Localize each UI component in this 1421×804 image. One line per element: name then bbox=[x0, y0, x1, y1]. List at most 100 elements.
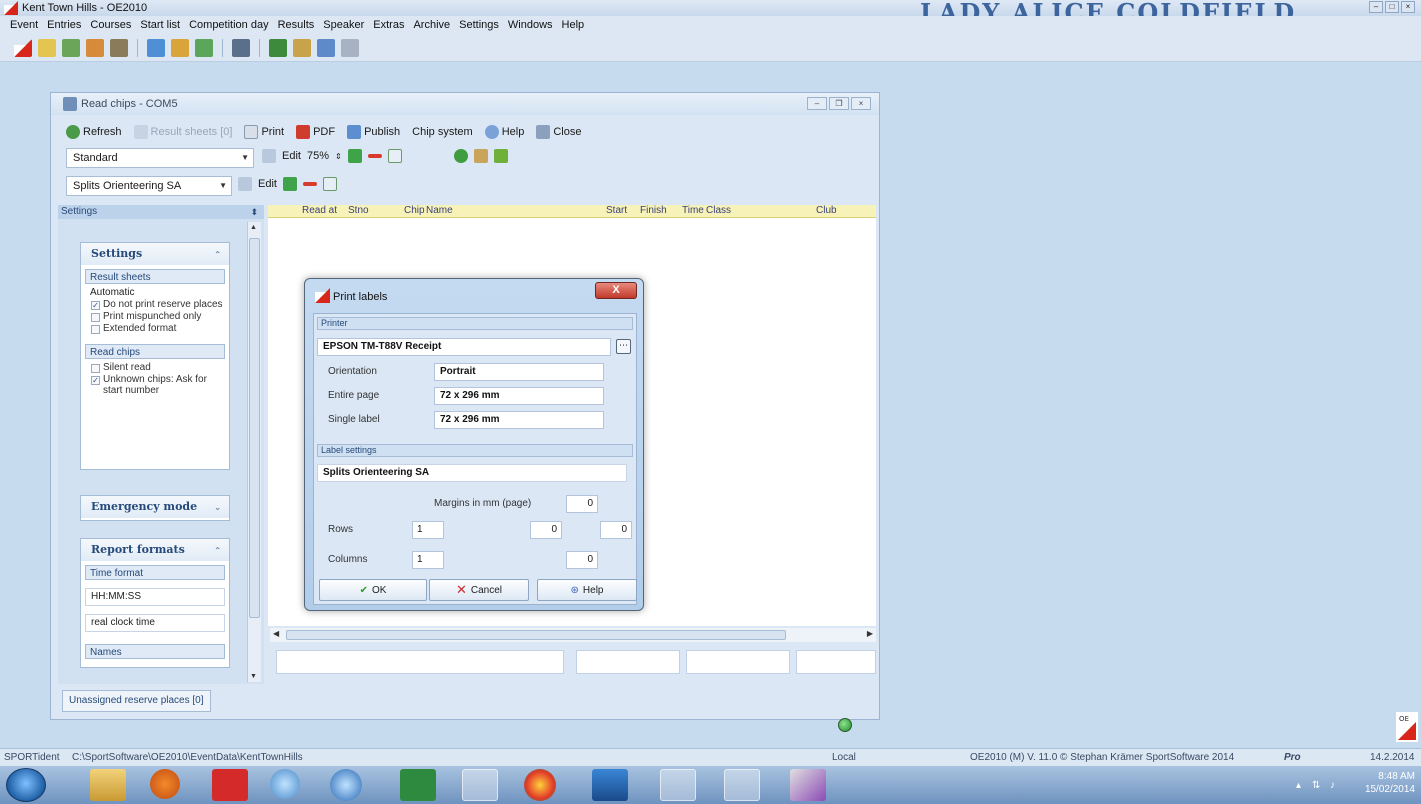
add-icon[interactable] bbox=[347, 149, 362, 163]
refresh-button[interactable]: Refresh bbox=[66, 125, 122, 139]
margin-left-input[interactable]: 0 bbox=[530, 521, 562, 539]
margin-right-input[interactable]: 0 bbox=[600, 521, 632, 539]
read-chips-minimize-button[interactable]: – bbox=[807, 97, 827, 110]
menu-help[interactable]: Help bbox=[562, 19, 585, 31]
do-not-print-reserve-checkbox[interactable]: ✓ Do not print reserve places bbox=[85, 299, 225, 310]
courses-icon[interactable] bbox=[62, 38, 80, 57]
add-icon[interactable] bbox=[282, 177, 297, 191]
os2010-taskbar-icon[interactable] bbox=[724, 769, 760, 801]
cancel-button[interactable]: ✕ Cancel bbox=[429, 579, 529, 601]
edit-splits-button[interactable]: Edit bbox=[258, 178, 277, 190]
start-reading-icon[interactable] bbox=[453, 149, 468, 163]
entries-icon[interactable] bbox=[38, 38, 56, 57]
col-class[interactable]: Class bbox=[706, 205, 731, 216]
splits-combo[interactable]: Splits Orienteering SA ▼ bbox=[66, 176, 232, 196]
remove-icon[interactable] bbox=[367, 154, 382, 158]
scroll-thumb[interactable] bbox=[249, 238, 260, 618]
col-start[interactable]: Start bbox=[606, 205, 627, 216]
layout-combo[interactable]: Standard ▼ bbox=[66, 148, 254, 168]
real-clock-option[interactable]: real clock time bbox=[85, 614, 225, 632]
start-button[interactable] bbox=[6, 768, 46, 802]
zoom-value[interactable]: 75% bbox=[307, 150, 329, 162]
menu-extras[interactable]: Extras bbox=[373, 19, 404, 31]
dialog-close-button[interactable]: X bbox=[595, 282, 637, 299]
properties-icon[interactable] bbox=[322, 177, 337, 191]
start-list-icon[interactable] bbox=[147, 38, 165, 57]
tray-arrow-icon[interactable]: ▴ bbox=[1296, 780, 1301, 791]
read-chips-close-button[interactable]: × bbox=[851, 97, 871, 110]
columns-input[interactable]: 1 bbox=[412, 551, 444, 569]
printer-name-field[interactable]: EPSON TM-T88V Receipt bbox=[317, 338, 611, 356]
col-club[interactable]: Club bbox=[816, 205, 837, 216]
settings-group-header[interactable]: Settings ⌃ bbox=[81, 243, 229, 265]
pin-icon[interactable]: ⬍ bbox=[250, 205, 258, 219]
margin-top-input[interactable]: 0 bbox=[566, 495, 598, 513]
read-chips-restore-button[interactable]: ❐ bbox=[829, 97, 849, 110]
automatic-option[interactable]: Automatic bbox=[85, 287, 225, 298]
print-mispunched-checkbox[interactable]: Print mispunched only bbox=[85, 311, 225, 322]
read-chips-icon[interactable] bbox=[232, 38, 250, 57]
menu-settings[interactable]: Settings bbox=[459, 19, 499, 31]
scroll-left-icon[interactable]: ◀ bbox=[273, 629, 279, 638]
menu-entries[interactable]: Entries bbox=[47, 19, 81, 31]
tray-clock[interactable]: 8:48 AM 15/02/2014 bbox=[1365, 770, 1415, 796]
close-button[interactable]: × bbox=[1401, 1, 1415, 13]
sound-icon[interactable] bbox=[473, 149, 488, 163]
col-stno[interactable]: Stno bbox=[348, 205, 369, 216]
remove-icon[interactable] bbox=[302, 182, 317, 186]
media-player-icon[interactable] bbox=[150, 769, 180, 799]
menu-event[interactable]: Event bbox=[10, 19, 38, 31]
menu-windows[interactable]: Windows bbox=[508, 19, 553, 31]
pdf-button[interactable]: PDF bbox=[296, 125, 335, 139]
oe-logo-icon[interactable] bbox=[14, 38, 32, 57]
ocad-icon[interactable] bbox=[790, 769, 826, 801]
col-time[interactable]: Time bbox=[682, 205, 704, 216]
rows-input[interactable]: 1 bbox=[412, 521, 444, 539]
edit-splits-icon[interactable] bbox=[238, 177, 252, 191]
unknown-chips-checkbox[interactable]: ✓ Unknown chips: Ask for start number bbox=[85, 374, 225, 396]
label-name-field[interactable]: Splits Orienteering SA bbox=[317, 464, 627, 482]
clubs-icon[interactable] bbox=[110, 38, 128, 57]
col-finish[interactable]: Finish bbox=[640, 205, 667, 216]
silent-read-checkbox[interactable]: Silent read bbox=[85, 362, 225, 373]
result-sheets-button[interactable]: Result sheets [0] bbox=[133, 125, 232, 139]
col-read-at[interactable]: Read at bbox=[302, 205, 337, 216]
excel-icon[interactable] bbox=[400, 769, 436, 801]
team-icon[interactable] bbox=[86, 38, 104, 57]
edit-layout-icon[interactable] bbox=[262, 149, 276, 163]
col-chip[interactable]: Chip bbox=[404, 205, 425, 216]
results-icon[interactable] bbox=[269, 38, 287, 57]
menu-courses[interactable]: Courses bbox=[90, 19, 131, 31]
menu-results[interactable]: Results bbox=[278, 19, 315, 31]
emergency-mode-header[interactable]: Emergency mode ⌄ bbox=[81, 496, 229, 518]
network-icon[interactable]: ⇅ bbox=[1312, 780, 1320, 791]
settings-scrollbar[interactable]: ▲ ▼ bbox=[247, 222, 261, 682]
margin-bottom-input[interactable]: 0 bbox=[566, 551, 598, 569]
scroll-right-icon[interactable]: ▶ bbox=[867, 629, 873, 638]
edit-layout-button[interactable]: Edit bbox=[282, 150, 301, 162]
extended-format-checkbox[interactable]: Extended format bbox=[85, 323, 225, 334]
report-formats-header[interactable]: Report formats ⌃ bbox=[81, 539, 229, 561]
sportident-icon[interactable] bbox=[212, 769, 248, 801]
hms-option[interactable]: HH:MM:SS bbox=[85, 588, 225, 606]
properties-icon[interactable] bbox=[387, 149, 402, 163]
help-button[interactable]: ⊛ Help bbox=[537, 579, 637, 601]
close-window-button[interactable]: Close bbox=[536, 125, 581, 139]
chrome-icon[interactable] bbox=[524, 769, 556, 801]
menu-competition-day[interactable]: Competition day bbox=[189, 19, 269, 31]
app-a-icon[interactable] bbox=[270, 769, 300, 799]
oe2010-taskbar-icon[interactable] bbox=[660, 769, 696, 801]
scroll-thumb[interactable] bbox=[286, 630, 786, 640]
clock-icon[interactable] bbox=[341, 38, 359, 57]
chip-system-button[interactable]: Chip system bbox=[412, 126, 473, 138]
volume-icon[interactable]: ♪ bbox=[1330, 780, 1335, 791]
zoom-stepper-icon[interactable]: ⇕ bbox=[335, 152, 342, 161]
ok-button[interactable]: ✔ OK bbox=[319, 579, 427, 601]
runners-icon[interactable] bbox=[195, 38, 213, 57]
minimize-button[interactable]: – bbox=[1369, 1, 1383, 13]
internet-explorer-icon[interactable] bbox=[330, 769, 362, 801]
browse-printer-button[interactable]: ⋯ bbox=[616, 339, 631, 354]
publish-icon[interactable] bbox=[317, 38, 335, 57]
draw-icon[interactable] bbox=[171, 38, 189, 57]
speaker-icon[interactable] bbox=[293, 38, 311, 57]
